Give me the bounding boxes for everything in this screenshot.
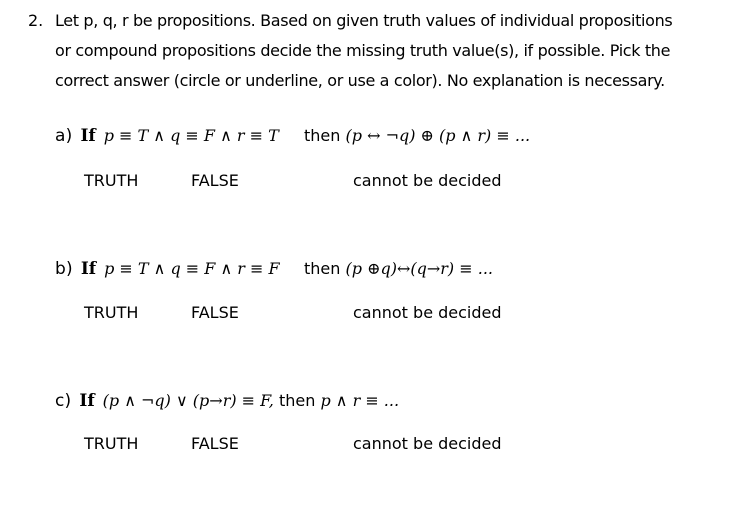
part-b-label: b): [55, 259, 73, 279]
part-c-expression: p ∧ r ≡ ...: [320, 391, 400, 410]
part-b-conclusion: then (p ⊕q)↔(q→r) ≡ ...: [304, 259, 493, 278]
part-a-conclusion: then (p ↔ ¬q) ⊕ (p ∧ r) ≡ ...: [304, 126, 530, 145]
intro-line-1: Let p, q, r be propositions. Based on gi…: [55, 11, 673, 30]
part-b-option-false[interactable]: FALSE: [191, 303, 239, 322]
part-b-condition: p ≡ T ∧ q ≡ F ∧ r ≡ F: [104, 259, 280, 278]
part-c-then: then: [278, 391, 316, 410]
part-a-condition: p ≡ T ∧ q ≡ F ∧ r ≡ T: [103, 126, 279, 145]
part-a-expression: (p ↔ ¬q) ⊕ (p ∧ r) ≡ ...: [345, 126, 531, 145]
part-a-option-undecided[interactable]: cannot be decided: [353, 171, 502, 190]
part-c-option-false[interactable]: FALSE: [191, 434, 239, 453]
part-b-then: then: [304, 259, 341, 278]
part-b-prompt: b) If p ≡ T ∧ q ≡ F ∧ r ≡ F: [55, 259, 280, 279]
part-c-label: c): [55, 391, 72, 411]
part-c-condition: (p ∧ ¬q) ∨ (p→r) ≡ F,: [102, 391, 274, 410]
part-a-label: a): [55, 126, 73, 146]
part-b-option-undecided[interactable]: cannot be decided: [353, 303, 502, 322]
question-number: 2.: [28, 11, 44, 30]
part-c-if: If: [79, 391, 95, 411]
part-a-if: If: [80, 126, 96, 146]
part-b-expression: (p ⊕q)↔(q→r) ≡ ...: [345, 259, 493, 278]
part-b-option-truth[interactable]: TRUTH: [84, 303, 138, 322]
part-b-if: If: [80, 259, 97, 279]
part-c-option-undecided[interactable]: cannot be decided: [353, 434, 502, 453]
part-c-option-truth[interactable]: TRUTH: [84, 434, 138, 453]
intro-line-3: correct answer (circle or underline, or …: [55, 71, 665, 90]
part-a-then: then: [304, 126, 341, 145]
intro-line-2: or compound propositions decide the miss…: [55, 41, 671, 60]
part-a-prompt: a) If p ≡ T ∧ q ≡ F ∧ r ≡ T: [55, 126, 279, 146]
part-c-prompt: c) If (p ∧ ¬q) ∨ (p→r) ≡ F, then p ∧ r ≡ .…: [55, 391, 399, 411]
part-a-option-truth[interactable]: TRUTH: [84, 171, 138, 190]
part-a-option-false[interactable]: FALSE: [191, 171, 239, 190]
